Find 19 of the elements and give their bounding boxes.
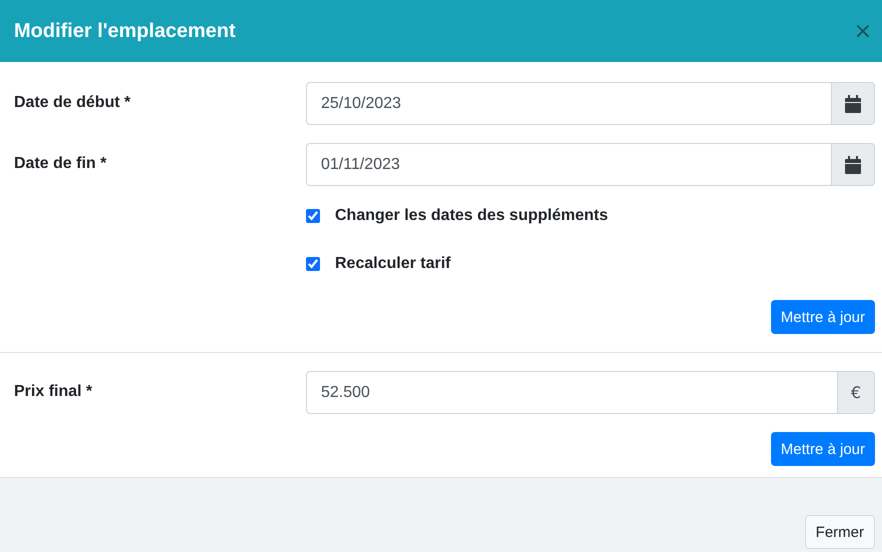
update-button[interactable]: Mettre à jour [770,432,875,466]
close-dialog-button[interactable]: Fermer [804,515,875,549]
field-label: Date de début * [14,93,132,112]
checkbox[interactable] [306,257,320,271]
field-label: Prix final * [14,382,94,401]
field-label: Date de fin * [14,154,108,173]
calendar-button[interactable] [832,82,875,125]
checkbox-label: Changer les dates des suppléments [335,207,608,225]
calendar-icon [845,94,861,112]
input-field[interactable]: 25/10/2023 [306,82,832,125]
checkbox-label: Recalculer tarif [335,255,451,273]
checkbox[interactable] [306,209,320,223]
update-button[interactable]: Mettre à jour [770,300,875,334]
calendar-button[interactable] [832,143,875,186]
window-title: Modifier l'emplacement [14,20,236,42]
input-field[interactable]: 01/11/2023 [306,143,832,186]
input-field[interactable]: 52.500 [306,371,838,414]
currency-addon: € [838,371,875,414]
calendar-icon [845,156,861,174]
